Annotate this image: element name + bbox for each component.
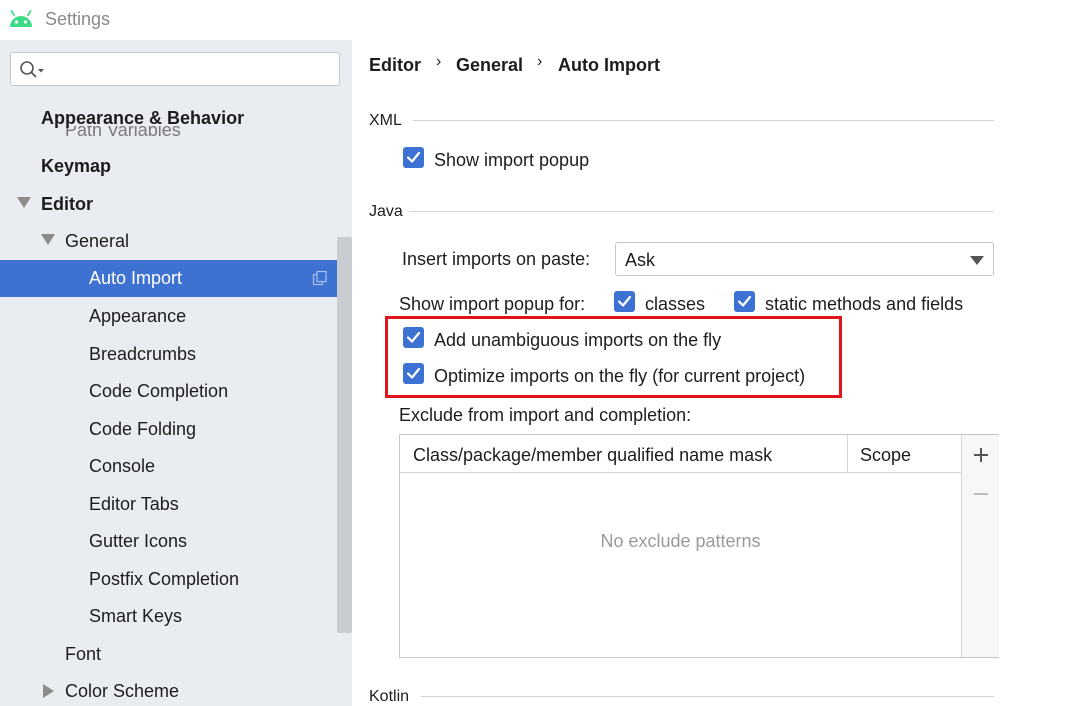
column-divider[interactable] — [847, 435, 848, 473]
xml-section-divider — [413, 120, 994, 121]
title-bar: Settings — [0, 0, 1074, 40]
sidebar-item-label: Code Folding — [89, 419, 197, 439]
breadcrumb-editor[interactable]: Editor — [369, 55, 421, 76]
sidebar-item-console[interactable]: Console — [0, 448, 352, 485]
chevron-down-icon[interactable] — [17, 197, 31, 208]
sidebar-item-color-scheme[interactable]: Color Scheme — [0, 673, 352, 706]
sidebar-item-label: Appearance & Behavior — [41, 108, 245, 128]
sidebar-item-keymap[interactable]: Keymap — [0, 148, 352, 185]
sidebar-item-label: Breadcrumbs — [89, 344, 197, 364]
sidebar-item-code-completion[interactable]: Code Completion — [0, 373, 352, 410]
table-header: Class/package/member qualified name mask… — [400, 435, 961, 473]
xml-section-title: XML — [369, 112, 402, 129]
show-import-popup-for-label: Show import popup for: — [399, 294, 586, 314]
sidebar-item-appearance[interactable]: Appearance — [0, 298, 352, 335]
static-methods-label[interactable]: static methods and fields — [765, 294, 963, 315]
exclude-label: Exclude from import and completion: — [399, 405, 692, 425]
optimize-imports-label[interactable]: Optimize imports on the fly (for current… — [434, 366, 805, 387]
kotlin-section-title: Kotlin — [369, 688, 410, 705]
sidebar-item-label: Color Scheme — [65, 681, 180, 701]
search-icon[interactable] — [19, 60, 45, 80]
settings-content: Editor › General › Auto Import XML Show … — [352, 40, 1074, 706]
sidebar-item-code-folding[interactable]: Code Folding — [0, 411, 352, 448]
breadcrumb-separator: › — [436, 53, 442, 70]
column-header-scope[interactable]: Scope — [860, 445, 911, 466]
sidebar-item-appearance-behavior[interactable]: Appearance & Behavior — [0, 100, 352, 137]
sidebar-item-label: Editor Tabs — [89, 494, 179, 514]
sidebar-item-label: Auto Import — [89, 268, 183, 288]
sidebar-item-label: Postfix Completion — [89, 569, 240, 589]
table-toolbar — [961, 435, 999, 657]
table-empty-text: No exclude patterns — [600, 531, 761, 551]
sidebar-scrollbar[interactable] — [337, 237, 352, 633]
sidebar-item-label: General — [65, 231, 130, 251]
insert-imports-on-paste-label: Insert imports on paste: — [402, 249, 591, 269]
checkmark-icon — [737, 295, 752, 307]
window-title: Settings — [45, 9, 111, 29]
sidebar-item-gutter-icons[interactable]: Gutter Icons — [0, 523, 352, 560]
breadcrumb-separator: › — [537, 53, 543, 70]
checkmark-icon — [406, 151, 421, 163]
checkmark-icon — [406, 331, 421, 343]
exclude-table: Class/package/member qualified name mask… — [399, 434, 999, 658]
column-header-mask[interactable]: Class/package/member qualified name mask — [413, 445, 772, 466]
search-box[interactable] — [10, 52, 340, 86]
java-section-title: Java — [369, 203, 403, 220]
chevron-right-icon[interactable] — [43, 684, 54, 698]
settings-sidebar: Path Variables Appearance & Behavior Key… — [0, 40, 352, 706]
dropdown-value: Ask — [625, 250, 656, 270]
chevron-down-icon — [970, 256, 984, 265]
add-unambiguous-imports-label[interactable]: Add unambiguous imports on the fly — [434, 330, 721, 351]
sidebar-item-editor-tabs[interactable]: Editor Tabs — [0, 486, 352, 523]
sidebar-item-label: Code Completion — [89, 381, 229, 401]
sidebar-item-label: Smart Keys — [89, 606, 183, 626]
show-import-popup-xml-checkbox[interactable] — [403, 147, 424, 168]
java-section-divider — [409, 211, 994, 212]
optimize-imports-checkbox[interactable] — [403, 363, 424, 384]
show-import-popup-xml-label[interactable]: Show import popup — [434, 150, 589, 171]
plus-icon[interactable] — [971, 445, 991, 465]
sidebar-item-label: Keymap — [41, 156, 112, 176]
sidebar-item-auto-import[interactable]: Auto Import — [0, 260, 352, 297]
sidebar-item-editor[interactable]: Editor — [0, 186, 352, 223]
breadcrumb-general[interactable]: General — [456, 55, 523, 76]
insert-imports-on-paste-dropdown[interactable]: Ask — [615, 242, 994, 276]
sidebar-item-font[interactable]: Font — [0, 636, 352, 673]
breadcrumb-auto-import: Auto Import — [558, 55, 660, 75]
kotlin-section-divider — [421, 696, 994, 697]
sidebar-item-label: Gutter Icons — [89, 531, 188, 551]
chevron-down-icon[interactable] — [41, 234, 55, 245]
sidebar-item-breadcrumbs[interactable]: Breadcrumbs — [0, 336, 352, 373]
sidebar-item-postfix-completion[interactable]: Postfix Completion — [0, 561, 352, 598]
sidebar-item-general[interactable]: General — [0, 223, 352, 260]
add-unambiguous-imports-checkbox[interactable] — [403, 327, 424, 348]
sidebar-item-label: Editor — [41, 194, 93, 214]
sidebar-item-label: Appearance — [89, 306, 187, 326]
checkmark-icon — [406, 367, 421, 379]
classes-label[interactable]: classes — [645, 294, 705, 315]
classes-checkbox[interactable] — [614, 291, 635, 312]
android-icon — [10, 10, 32, 27]
minus-icon[interactable] — [971, 484, 991, 504]
sidebar-item-label: Font — [65, 644, 102, 664]
checkmark-icon — [617, 295, 632, 307]
search-input[interactable] — [49, 55, 334, 83]
sidebar-item-label: Console — [89, 456, 156, 476]
static-methods-checkbox[interactable] — [734, 291, 755, 312]
copy-icon — [312, 270, 327, 286]
sidebar-item-smart-keys[interactable]: Smart Keys — [0, 598, 352, 635]
